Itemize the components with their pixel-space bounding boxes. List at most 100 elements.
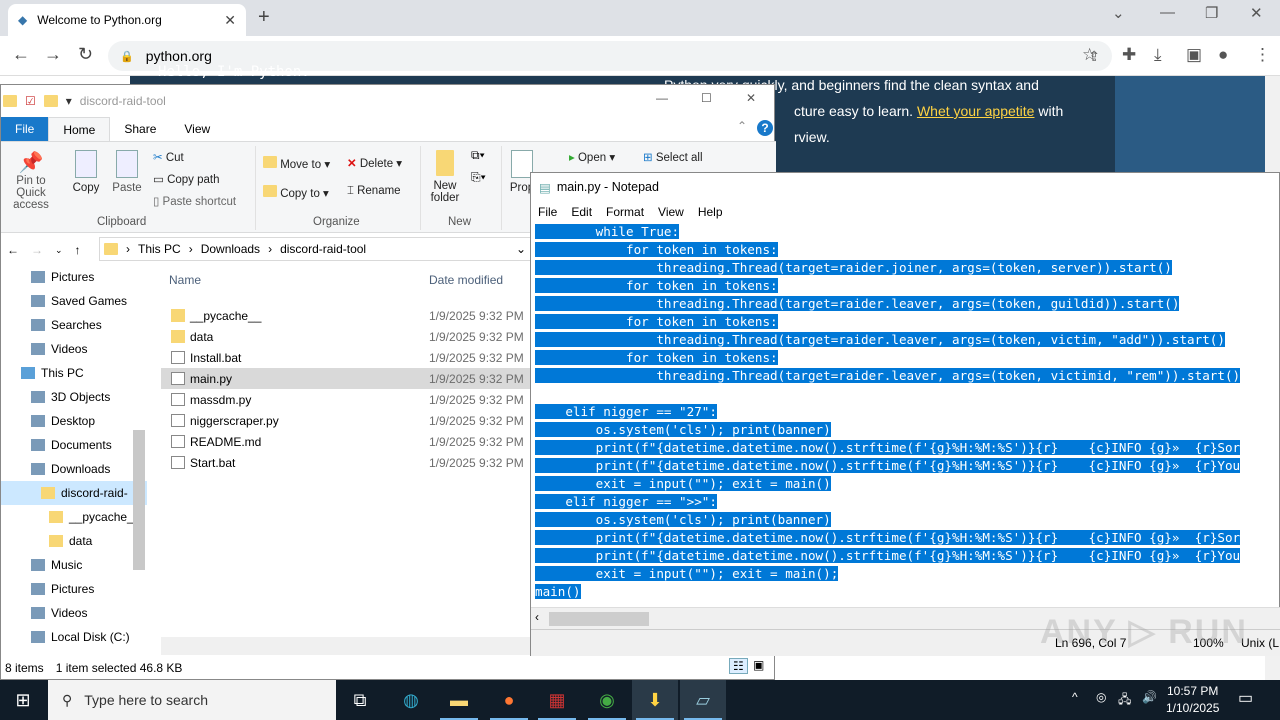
nav-item[interactable]: Downloads bbox=[1, 457, 147, 481]
scroll-left-icon[interactable]: ‹ bbox=[535, 610, 539, 624]
nav-item[interactable]: Music bbox=[1, 553, 147, 577]
new-folder-qat-icon[interactable] bbox=[43, 95, 58, 107]
notifications-icon[interactable]: ▭ bbox=[1238, 688, 1253, 708]
tab-share[interactable]: Share bbox=[110, 117, 170, 141]
file-list-hscroll[interactable] bbox=[161, 637, 531, 655]
file-row[interactable]: massdm.py 1/9/2025 9:32 PM bbox=[161, 389, 531, 410]
nav-item[interactable]: Desktop bbox=[1, 409, 147, 433]
tab-home[interactable]: Home bbox=[48, 117, 111, 141]
delete-button[interactable]: ✕ Delete ▾ bbox=[347, 156, 402, 170]
large-icons-view-icon[interactable]: ▣ bbox=[753, 658, 764, 672]
menu-file[interactable]: File bbox=[538, 205, 557, 219]
close-button[interactable]: ✕ bbox=[746, 91, 756, 105]
file-row[interactable]: main.py 1/9/2025 9:32 PM bbox=[161, 368, 531, 389]
file-row[interactable]: Install.bat 1/9/2025 9:32 PM bbox=[161, 347, 531, 368]
close-window-button[interactable]: ✕ bbox=[1250, 4, 1263, 22]
edge-icon[interactable]: ◍ bbox=[388, 680, 434, 720]
qat-dropdown-icon[interactable]: ▾ bbox=[66, 94, 72, 108]
minimize-button[interactable]: — bbox=[1160, 4, 1175, 21]
python-installer-icon[interactable]: ⬇ bbox=[632, 680, 678, 720]
menu-edit[interactable]: Edit bbox=[571, 205, 592, 219]
file-row[interactable]: niggerscraper.py 1/9/2025 9:32 PM bbox=[161, 410, 531, 431]
back-icon[interactable]: ← bbox=[12, 44, 30, 65]
side-panel-icon[interactable]: ▣ bbox=[1186, 45, 1202, 65]
help-icon[interactable]: ? bbox=[757, 120, 773, 136]
details-view-icon[interactable]: ☷ bbox=[729, 658, 748, 674]
meet-now-icon[interactable]: ◎ bbox=[1096, 690, 1106, 704]
new-item-icon[interactable]: ⧉▾ bbox=[471, 148, 485, 163]
file-row[interactable]: README.md 1/9/2025 9:32 PM bbox=[161, 431, 531, 452]
open-button[interactable]: ▸ Open ▾ bbox=[569, 150, 615, 164]
copy-path-button[interactable]: ▭ Copy path bbox=[153, 172, 220, 186]
paste-shortcut-button[interactable]: ▯ Paste shortcut bbox=[153, 194, 236, 208]
new-folder-button[interactable]: New folder bbox=[425, 150, 465, 204]
text-editor[interactable]: while True: for token in tokens: threadi… bbox=[535, 223, 1280, 607]
volume-icon[interactable]: 🔊 bbox=[1142, 690, 1157, 704]
nav-scrollbar[interactable] bbox=[133, 430, 145, 570]
reload-icon[interactable]: ↻ bbox=[78, 44, 93, 65]
up-icon[interactable]: ↑ bbox=[75, 243, 81, 257]
show-hidden-icons[interactable]: ^ bbox=[1072, 690, 1078, 704]
nav-item[interactable]: Searches bbox=[1, 313, 147, 337]
column-header-date[interactable]: Date modified bbox=[429, 273, 503, 287]
extensions-icon[interactable]: ✚ bbox=[1122, 45, 1136, 65]
scroll-thumb[interactable] bbox=[549, 612, 649, 626]
download-icon[interactable]: ⤓ bbox=[1154, 45, 1162, 65]
breadcrumb-item[interactable]: discord-raid-tool bbox=[280, 242, 366, 256]
properties-qat-icon[interactable]: ☑ bbox=[25, 94, 36, 108]
menu-format[interactable]: Format bbox=[606, 205, 644, 219]
close-tab-icon[interactable]: ✕ bbox=[224, 12, 236, 29]
nav-item[interactable]: This PC bbox=[1, 361, 147, 385]
nav-item[interactable]: 3D Objects bbox=[1, 385, 147, 409]
firefox-icon[interactable]: ● bbox=[486, 680, 532, 720]
bookmark-star-icon[interactable]: ☆ bbox=[1082, 45, 1097, 65]
back-icon[interactable]: ← bbox=[7, 243, 19, 257]
chrome-icon[interactable]: ◉ bbox=[584, 680, 630, 720]
nav-item[interactable]: Videos bbox=[1, 337, 147, 361]
restore-button[interactable]: ❐ bbox=[1205, 4, 1218, 22]
nav-item[interactable]: data bbox=[1, 529, 147, 553]
nav-item[interactable]: discord-raid- bbox=[1, 481, 147, 505]
paste-button[interactable]: Paste bbox=[109, 150, 145, 194]
pin-quick-access-button[interactable]: 📌 Pin to Quick access bbox=[1, 150, 61, 211]
cut-button[interactable]: ✂ Cut bbox=[153, 150, 184, 164]
nav-item[interactable]: Pictures bbox=[1, 577, 147, 601]
nav-item[interactable]: Local Disk (C:) bbox=[1, 625, 147, 649]
start-button[interactable]: ⊞ bbox=[0, 680, 46, 720]
recent-dropdown-icon[interactable]: ⌄ bbox=[55, 245, 63, 256]
breadcrumb-item[interactable]: Downloads bbox=[201, 242, 260, 256]
menu-view[interactable]: View bbox=[658, 205, 684, 219]
file-row[interactable]: Start.bat 1/9/2025 9:32 PM bbox=[161, 452, 531, 473]
easy-access-icon[interactable]: ⎘▾ bbox=[471, 170, 486, 185]
column-header-name[interactable]: Name bbox=[169, 273, 201, 287]
file-row[interactable]: __pycache__ 1/9/2025 9:32 PM bbox=[161, 305, 531, 326]
menu-icon[interactable]: ⋮ bbox=[1254, 45, 1271, 65]
new-tab-button[interactable]: + bbox=[258, 6, 270, 29]
taskbar-search[interactable]: ⚲ Type here to search bbox=[48, 680, 336, 720]
winrar-icon[interactable]: ▦ bbox=[534, 680, 580, 720]
whet-appetite-link[interactable]: Whet your appetite bbox=[917, 103, 1035, 119]
copy-to-button[interactable]: Copy to ▾ bbox=[263, 185, 329, 200]
nav-item[interactable]: Saved Games bbox=[1, 289, 147, 313]
nav-item[interactable]: Pictures bbox=[1, 265, 147, 289]
select-all-button[interactable]: ⊞ Select all bbox=[643, 150, 703, 164]
notepad-taskbar-icon[interactable]: ▱ bbox=[680, 680, 726, 720]
forward-icon[interactable]: → bbox=[31, 243, 43, 257]
tab-view[interactable]: View bbox=[170, 117, 224, 141]
nav-item[interactable]: Documents bbox=[1, 433, 147, 457]
profile-avatar[interactable]: ● bbox=[1218, 45, 1228, 65]
clock[interactable]: 10:57 PM 1/10/2025 bbox=[1166, 683, 1219, 717]
rename-button[interactable]: ⌶ Rename bbox=[347, 185, 401, 198]
browser-tab[interactable]: ◆ Welcome to Python.org ✕ bbox=[8, 4, 246, 36]
path-dropdown-icon[interactable]: ⌄ bbox=[516, 242, 526, 256]
task-view-icon[interactable]: ⧉ bbox=[337, 680, 383, 720]
minimize-button[interactable]: — bbox=[656, 91, 668, 105]
maximize-button[interactable]: ☐ bbox=[701, 91, 712, 105]
copy-button[interactable]: Copy bbox=[69, 150, 103, 194]
file-explorer-icon[interactable]: ▬ bbox=[436, 680, 482, 720]
forward-icon[interactable]: → bbox=[44, 44, 62, 65]
path-breadcrumb[interactable]: › This PC › Downloads › discord-raid-tool ⌄ bbox=[99, 237, 531, 261]
collapse-ribbon-icon[interactable]: ⌃ bbox=[737, 119, 747, 133]
move-to-button[interactable]: Move to ▾ bbox=[263, 156, 330, 171]
breadcrumb-item[interactable]: This PC bbox=[138, 242, 181, 256]
